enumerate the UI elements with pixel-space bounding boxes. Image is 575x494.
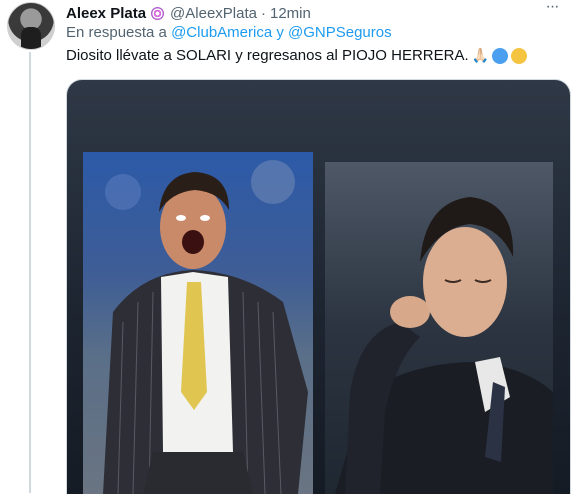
- left-photo: [83, 152, 313, 494]
- user-avatar[interactable]: [7, 2, 55, 50]
- tweet-text-row: Diosito llévate a SOLARI y regresanos al…: [66, 47, 528, 64]
- tweet-text: Diosito llévate a SOLARI y regresanos al…: [66, 47, 469, 64]
- right-photo: [325, 162, 553, 494]
- tweet-media-image[interactable]: [66, 79, 571, 494]
- reply-mention-clubamerica[interactable]: @ClubAmerica: [171, 24, 272, 41]
- blue-circle-icon: [492, 47, 509, 64]
- tweet-time[interactable]: 12min: [270, 5, 311, 22]
- tweet-header: Aleex Plata @AleexPlata · 12min: [66, 3, 311, 23]
- thread-line: [29, 52, 31, 493]
- reply-and: y: [276, 24, 284, 41]
- left-photo-illustration: [103, 160, 308, 494]
- more-options-icon[interactable]: ···: [543, 0, 561, 18]
- separator-dot: ·: [261, 4, 266, 22]
- right-photo-illustration: [335, 197, 553, 494]
- reply-context: En respuesta a @ClubAmerica y @GNPSeguro…: [66, 24, 392, 41]
- folded-hands-icon: 🙏🏻: [471, 47, 490, 63]
- tweet-card[interactable]: Aleex Plata @AleexPlata · 12min ··· En r…: [0, 0, 575, 494]
- user-handle[interactable]: @AleexPlata: [170, 5, 257, 22]
- reply-mention-gnpseguros[interactable]: @GNPSeguros: [288, 24, 392, 41]
- display-name[interactable]: Aleex Plata: [66, 5, 146, 22]
- verified-badge-icon: [151, 6, 165, 20]
- yellow-circle-icon: [511, 47, 528, 64]
- reply-prefix: En respuesta a: [66, 24, 167, 41]
